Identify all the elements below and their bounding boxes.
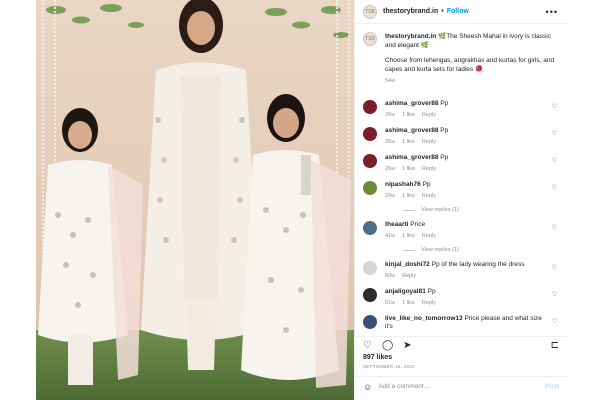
comment-time[interactable]: 29w: [385, 192, 395, 200]
author-avatar[interactable]: TSB: [363, 4, 377, 19]
comment-icon[interactable]: ◯: [382, 340, 393, 351]
post-header: TSB thestorybrand.in • Follow •••: [355, 0, 566, 24]
avatar-logo-text: TSB: [365, 36, 375, 42]
comment-likes[interactable]: 1 like: [402, 165, 415, 173]
comment-item: theaarti Price 41w 1 like Reply ♡ View replie…: [363, 221, 559, 253]
post-side-panel: TSB thestorybrand.in • Follow ••• TSB th…: [354, 0, 567, 400]
commenter-avatar[interactable]: [363, 181, 377, 195]
comment-input[interactable]: [378, 383, 545, 390]
commenter-username[interactable]: ashima_grover88: [385, 100, 438, 107]
commenter-username[interactable]: anjaligoyal81: [385, 288, 426, 295]
follow-button[interactable]: Follow: [447, 8, 469, 15]
comment-heart-icon[interactable]: ♡: [552, 291, 557, 298]
comment-text: Price: [410, 221, 426, 228]
comment-time[interactable]: 26w: [385, 138, 395, 146]
comment-heart-icon[interactable]: ♡: [552, 264, 557, 271]
comment-heart-icon[interactable]: ♡: [552, 184, 557, 191]
comment: ashima_grover88 Pp 26w 1 like Reply ♡: [363, 100, 559, 119]
comment-text: Pp: [440, 127, 449, 134]
post-comment-button[interactable]: Post: [545, 383, 559, 390]
comment: ashima_grover88 Pp 26w 1 like Reply ♡: [363, 154, 559, 173]
comment-heart-icon[interactable]: ♡: [552, 318, 557, 325]
comment: kinjal_doshi72 Pp of the lady wearing th…: [363, 261, 559, 280]
share-icon[interactable]: ➤: [403, 340, 411, 351]
commenter-username[interactable]: ashima_grover88: [385, 127, 438, 134]
commenter-avatar[interactable]: [363, 154, 377, 168]
comment-item: nipashah76 Pp 29w 1 like Reply ♡ View replies…: [363, 181, 559, 213]
comment-item: ashima_grover88 Pp 26w 1 like Reply ♡: [363, 154, 559, 173]
caption-username[interactable]: thestorybrand.in: [385, 33, 436, 40]
comment: live_like_no_tomorrow13 Price please and…: [363, 315, 559, 331]
add-comment-bar: ☺ Post: [355, 376, 567, 396]
comment-likes[interactable]: 1 like: [402, 299, 415, 307]
comment-text: Pp of the lady wearing the dress: [431, 261, 525, 268]
comment-heart-icon[interactable]: ♡: [552, 157, 557, 164]
commenter-username[interactable]: live_like_no_tomorrow13: [385, 315, 463, 322]
commenter-username[interactable]: nipashah76: [385, 181, 421, 188]
comment-time[interactable]: 51w: [385, 299, 395, 307]
reply-button[interactable]: Reply: [422, 232, 436, 240]
bookmark-icon[interactable]: ⊏: [551, 340, 559, 351]
comment-time[interactable]: 50w: [385, 272, 395, 280]
comment: anjaligoyal81 Pp 51w 1 like Reply ♡: [363, 288, 559, 307]
reply-button[interactable]: Reply: [422, 299, 436, 307]
reply-button[interactable]: Reply: [422, 138, 436, 146]
comment-item: ashima_grover88 Pp 26w 1 like Reply ♡: [363, 100, 559, 119]
comment-text: Pp: [440, 100, 449, 107]
comment-heart-icon[interactable]: ♡: [552, 130, 557, 137]
reply-button[interactable]: Reply: [422, 192, 436, 200]
author-username[interactable]: thestorybrand.in: [383, 8, 438, 15]
avatar-logo-text: TSB: [365, 8, 375, 15]
separator-dot: •: [441, 8, 444, 15]
commenter-avatar[interactable]: [363, 315, 377, 329]
action-bar: ♡ ◯ ➤ ⊏: [355, 336, 567, 354]
comment-likes[interactable]: 1 like: [402, 192, 415, 200]
comment-heart-icon[interactable]: ♡: [552, 224, 557, 231]
comment-time[interactable]: 26w: [385, 111, 395, 119]
comment-item: live_like_no_tomorrow13 Price please and…: [363, 315, 559, 331]
comment-thread: ashima_grover88 Pp 26w 1 like Reply ♡ ashima_…: [363, 100, 559, 331]
view-replies-button[interactable]: View replies (1): [403, 207, 559, 213]
more-options-icon[interactable]: •••: [546, 7, 558, 17]
comment-item: kinjal_doshi72 Pp of the lady wearing th…: [363, 261, 559, 280]
commenter-avatar[interactable]: [363, 261, 377, 275]
commenter-avatar[interactable]: [363, 100, 377, 114]
comment-time[interactable]: 41w: [385, 232, 395, 240]
comment-text: Pp: [440, 154, 449, 161]
comment-heart-icon[interactable]: ♡: [552, 103, 557, 110]
girl-left-figure: [38, 108, 143, 385]
comment: theaarti Price 41w 1 like Reply ♡: [363, 221, 559, 240]
comment: nipashah76 Pp 29w 1 like Reply ♡: [363, 181, 559, 200]
comment-likes[interactable]: 1 like: [402, 232, 415, 240]
girl-right-figure: [241, 94, 351, 388]
commenter-username[interactable]: ashima_grover88: [385, 154, 438, 161]
commenter-username[interactable]: theaarti: [385, 221, 408, 228]
commenter-avatar[interactable]: [363, 288, 377, 302]
comment-likes[interactable]: 1 like: [402, 138, 415, 146]
post-photo[interactable]: ›: [36, 0, 354, 400]
emoji-icon[interactable]: ☺: [363, 382, 372, 392]
caption-time[interactable]: 54w: [385, 77, 559, 86]
caption-text-line2: Choose from lehengas, angrakhas and kurt…: [385, 57, 555, 73]
commenter-username[interactable]: kinjal_doshi72: [385, 261, 430, 268]
comment-item: ashima_grover88 Pp 26w 1 like Reply ♡: [363, 127, 559, 146]
comment-likes[interactable]: 1 like: [402, 111, 415, 119]
view-replies-button[interactable]: View replies (1): [403, 247, 559, 253]
comment-time[interactable]: 26w: [385, 165, 395, 173]
heart-icon[interactable]: ♡: [363, 340, 372, 351]
comments-list[interactable]: TSB thestorybrand.in 🌿The Sheesh Mahal i…: [355, 26, 567, 339]
caption: TSB thestorybrand.in 🌿The Sheesh Mahal i…: [363, 32, 559, 86]
likes-count[interactable]: 897 likes: [363, 354, 392, 361]
caption-author-avatar[interactable]: TSB: [363, 32, 377, 46]
commenter-avatar[interactable]: [363, 127, 377, 141]
reply-button[interactable]: Reply: [422, 165, 436, 173]
comment-text: Pp: [427, 288, 436, 295]
commenter-avatar[interactable]: [363, 221, 377, 235]
reply-button[interactable]: Reply: [422, 111, 436, 119]
post-date: SEPTEMBER 19, 2022: [363, 364, 415, 369]
comment-item: anjaligoyal81 Pp 51w 1 like Reply ♡: [363, 288, 559, 307]
comment-text: Pp: [422, 181, 431, 188]
comment: ashima_grover88 Pp 26w 1 like Reply ♡: [363, 127, 559, 146]
reply-button[interactable]: Reply: [402, 272, 416, 280]
